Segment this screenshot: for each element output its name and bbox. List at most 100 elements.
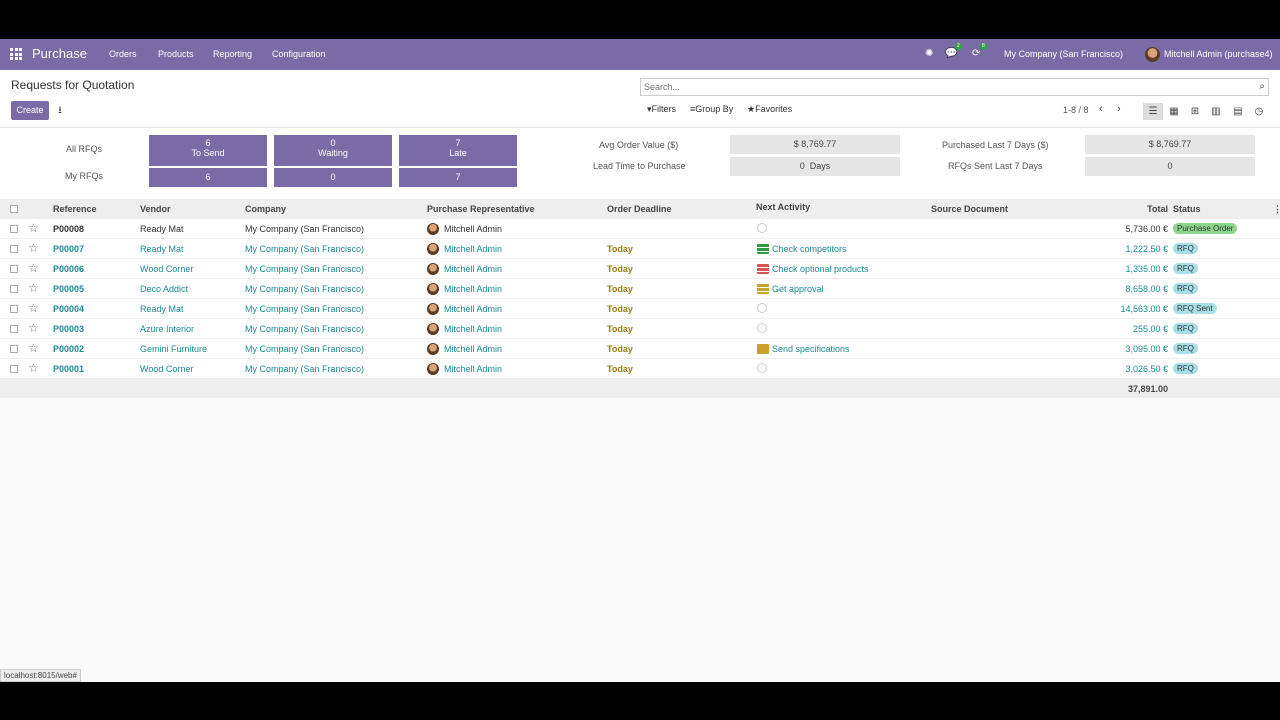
row-checkbox[interactable] — [10, 245, 18, 253]
priority-star-icon[interactable]: ☆ — [28, 321, 39, 335]
table-row[interactable]: ☆ P00007 Ready Mat My Company (San Francisc… — [0, 239, 1280, 259]
priority-star-icon[interactable]: ☆ — [28, 261, 39, 275]
row-vendor[interactable]: Wood Corner — [140, 364, 193, 374]
priority-star-icon[interactable]: ☆ — [28, 241, 39, 255]
row-reference[interactable]: P00007 — [53, 244, 84, 254]
row-checkbox[interactable] — [10, 325, 18, 333]
row-checkbox[interactable] — [10, 265, 18, 273]
row-company[interactable]: My Company (San Francisco) — [245, 224, 364, 234]
user-avatar[interactable] — [1145, 47, 1160, 62]
row-checkbox[interactable] — [10, 305, 18, 313]
activity-view-icon[interactable]: ◷ — [1249, 103, 1269, 120]
user-menu[interactable]: Mitchell Admin (purchase4) — [1164, 49, 1273, 59]
row-rep[interactable]: Mitchell Admin — [444, 344, 502, 354]
row-checkbox[interactable] — [10, 285, 18, 293]
row-reference[interactable]: P00006 — [53, 264, 84, 274]
row-checkbox[interactable] — [10, 365, 18, 373]
row-company[interactable]: My Company (San Francisco) — [245, 364, 364, 374]
row-activity[interactable]: Send specifications — [772, 344, 850, 354]
calendar-view-icon[interactable]: ▤ — [1228, 103, 1248, 120]
activity-clock-icon[interactable] — [757, 223, 767, 233]
row-vendor[interactable]: Wood Corner — [140, 264, 193, 274]
priority-star-icon[interactable]: ☆ — [28, 281, 39, 295]
company-switcher[interactable]: My Company (San Francisco) — [1004, 49, 1123, 59]
favorites-button[interactable]: ★Favorites — [747, 104, 792, 115]
row-activity[interactable]: Check competitors — [772, 244, 847, 254]
row-checkbox[interactable] — [10, 345, 18, 353]
col-rep[interactable]: Purchase Representative — [427, 204, 535, 214]
row-vendor[interactable]: Ready Mat — [140, 224, 184, 234]
todo-icon[interactable] — [757, 244, 769, 254]
priority-star-icon[interactable]: ☆ — [28, 221, 39, 235]
row-activity[interactable]: Check optional products — [772, 264, 869, 274]
row-rep[interactable]: Mitchell Admin — [444, 364, 502, 374]
activity-clock-icon[interactable] — [757, 363, 767, 373]
row-company[interactable]: My Company (San Francisco) — [245, 264, 364, 274]
col-company[interactable]: Company — [245, 204, 286, 214]
row-rep[interactable]: Mitchell Admin — [444, 324, 502, 334]
table-row[interactable]: ☆ P00006 Wood Corner My Company (San Franci… — [0, 259, 1280, 279]
table-row[interactable]: ☆ P00008 Ready Mat My Company (San Francisc… — [0, 219, 1280, 239]
graph-view-icon[interactable]: ▥ — [1206, 103, 1226, 120]
col-activity[interactable]: Next Activity — [756, 202, 810, 212]
row-vendor[interactable]: Gemini Furniture — [140, 344, 207, 354]
pager-value[interactable]: 1-8 / 8 — [1063, 105, 1089, 115]
row-rep[interactable]: Mitchell Admin — [444, 264, 502, 274]
select-all-checkbox[interactable] — [10, 205, 18, 213]
priority-star-icon[interactable]: ☆ — [28, 301, 39, 315]
row-reference[interactable]: P00003 — [53, 324, 84, 334]
row-reference[interactable]: P00001 — [53, 364, 84, 374]
row-vendor[interactable]: Ready Mat — [140, 304, 184, 314]
tile-to-send[interactable]: 6 To Send — [149, 135, 267, 166]
todo-red-icon[interactable] — [757, 264, 769, 274]
priority-star-icon[interactable]: ☆ — [28, 341, 39, 355]
row-rep[interactable]: Mitchell Admin — [444, 244, 502, 254]
row-reference[interactable]: P00004 — [53, 304, 84, 314]
table-row[interactable]: ☆ P00002 Gemini Furniture My Company (San F… — [0, 339, 1280, 359]
row-company[interactable]: My Company (San Francisco) — [245, 244, 364, 254]
priority-star-icon[interactable]: ☆ — [28, 361, 39, 375]
row-company[interactable]: My Company (San Francisco) — [245, 344, 364, 354]
apps-menu-icon[interactable] — [10, 48, 22, 60]
search-icon[interactable]: ⌕ — [1259, 81, 1265, 92]
col-source[interactable]: Source Document — [931, 204, 1008, 214]
menu-reporting[interactable]: Reporting — [213, 49, 252, 59]
row-reference[interactable]: P00008 — [53, 224, 84, 234]
create-button[interactable]: Create — [11, 101, 49, 120]
table-row[interactable]: ☆ P00001 Wood Corner My Company (San Franci… — [0, 359, 1280, 379]
pager-next-icon[interactable]: › — [1117, 103, 1121, 115]
row-company[interactable]: My Company (San Francisco) — [245, 304, 364, 314]
tile-waiting[interactable]: 0 Waiting — [274, 135, 392, 166]
messages-icon[interactable]: 💬 — [945, 48, 957, 59]
email-icon[interactable] — [757, 344, 769, 354]
row-checkbox[interactable] — [10, 225, 18, 233]
col-reference[interactable]: Reference — [53, 204, 97, 214]
table-row[interactable]: ☆ P00004 Ready Mat My Company (San Francisc… — [0, 299, 1280, 319]
menu-orders[interactable]: Orders — [109, 49, 137, 59]
filters-button[interactable]: ▾Filters — [647, 104, 676, 115]
row-reference[interactable]: P00002 — [53, 344, 84, 354]
tile-my-waiting[interactable]: 0 — [274, 168, 392, 187]
app-brand[interactable]: Purchase — [32, 46, 87, 61]
tile-late[interactable]: 7 Late — [399, 135, 517, 166]
column-options-icon[interactable]: ⋮ — [1273, 204, 1280, 215]
activity-clock-icon[interactable] — [757, 303, 767, 313]
col-deadline[interactable]: Order Deadline — [607, 204, 672, 214]
list-view-icon[interactable]: ☰ — [1143, 103, 1163, 120]
row-rep[interactable]: Mitchell Admin — [444, 224, 502, 234]
download-icon[interactable]: ⭳ — [52, 103, 68, 119]
kanban-view-icon[interactable]: ▦ — [1164, 103, 1184, 120]
row-vendor[interactable]: Azure Interior — [140, 324, 194, 334]
row-rep[interactable]: Mitchell Admin — [444, 284, 502, 294]
row-reference[interactable]: P00005 — [53, 284, 84, 294]
col-status[interactable]: Status — [1173, 204, 1201, 214]
tile-my-to-send[interactable]: 6 — [149, 168, 267, 187]
activities-icon[interactable]: ⟳ — [972, 48, 980, 59]
pivot-view-icon[interactable]: ⊞ — [1185, 103, 1205, 120]
bug-icon[interactable]: ✺ — [925, 48, 933, 59]
row-activity[interactable]: Get approval — [772, 284, 824, 294]
row-company[interactable]: My Company (San Francisco) — [245, 284, 364, 294]
menu-configuration[interactable]: Configuration — [272, 49, 326, 59]
table-row[interactable]: ☆ P00003 Azure Interior My Company (San Fra… — [0, 319, 1280, 339]
row-rep[interactable]: Mitchell Admin — [444, 304, 502, 314]
